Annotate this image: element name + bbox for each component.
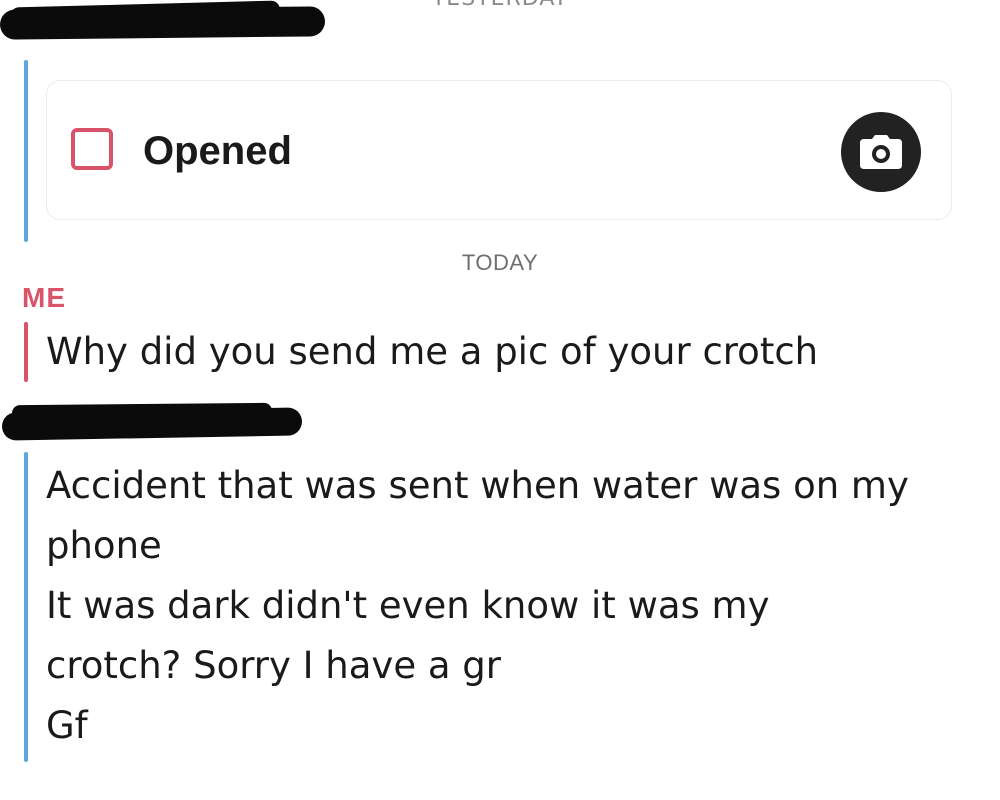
snap-card[interactable]: Opened — [46, 80, 952, 220]
message-line: Accident that was sent when water was on… — [46, 464, 909, 507]
friend-message: Accident that was sent when water was on… — [46, 456, 986, 756]
snap-status-label: Opened — [143, 129, 292, 173]
sender-label-me: ME — [22, 282, 66, 313]
opened-snap-icon — [71, 128, 113, 170]
date-label-today: TODAY — [461, 250, 539, 275]
message-line: crotch? Sorry I have a gr — [46, 644, 501, 687]
my-message: Why did you send me a pic of your crotch — [46, 322, 976, 382]
message-line: phone — [46, 524, 162, 567]
redacted-sender-name-overlay — [11, 402, 273, 422]
my-message-bar — [24, 322, 28, 382]
message-line: Gf — [46, 704, 88, 747]
message-text: Why did you send me a pic of your crotch — [46, 330, 819, 373]
camera-icon — [860, 135, 902, 169]
message-line: It was dark didn't even know it was my — [46, 584, 770, 627]
camera-button[interactable] — [841, 112, 921, 192]
friend-message-bar — [24, 60, 28, 242]
friend-message-bar — [24, 452, 28, 762]
